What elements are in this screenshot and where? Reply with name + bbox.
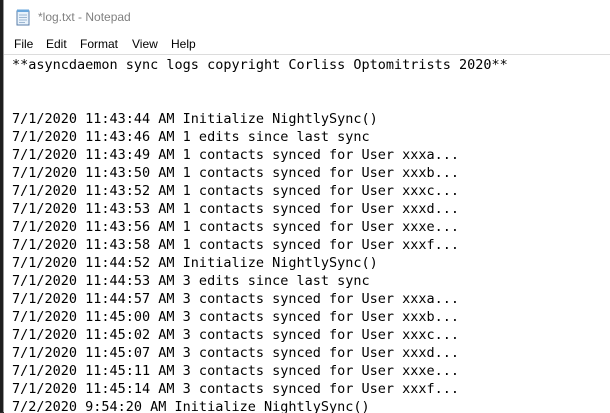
text-line: **asyncdaemon sync logs copyright Corlis…: [12, 57, 508, 73]
text-line: 7/1/2020 11:45:11 AM 3 contacts synced f…: [12, 363, 460, 379]
text-line: 7/1/2020 11:45:00 AM 3 contacts synced f…: [12, 309, 460, 325]
menu-edit[interactable]: Edit: [46, 37, 67, 51]
text-line: 7/1/2020 11:43:50 AM 1 contacts synced f…: [12, 165, 460, 181]
text-line: 7/1/2020 11:43:44 AM Initialize NightlyS…: [12, 111, 378, 127]
menu-view[interactable]: View: [132, 37, 158, 51]
text-line: 7/1/2020 11:43:56 AM 1 contacts synced f…: [12, 219, 460, 235]
menu-help[interactable]: Help: [171, 37, 196, 51]
text-line: 7/1/2020 11:44:52 AM Initialize NightlyS…: [12, 255, 378, 271]
text-line: 7/1/2020 11:45:02 AM 3 contacts synced f…: [12, 327, 460, 343]
notepad-icon: [16, 9, 30, 26]
text-line: 7/1/2020 11:45:07 AM 3 contacts synced f…: [12, 345, 460, 361]
text-line: 7/1/2020 11:43:53 AM 1 contacts synced f…: [12, 201, 460, 217]
text-line: 7/1/2020 11:43:49 AM 1 contacts synced f…: [12, 147, 460, 163]
menu-format[interactable]: Format: [80, 37, 118, 51]
notepad-window: *log.txt - Notepad File Edit Format View…: [3, 0, 610, 413]
title-bar[interactable]: *log.txt - Notepad: [4, 0, 610, 36]
text-line: 7/1/2020 11:44:57 AM 3 contacts synced f…: [12, 291, 460, 307]
text-line: 7/1/2020 11:43:46 AM 1 edits since last …: [12, 129, 370, 145]
text-line: 7/1/2020 11:44:53 AM 3 edits since last …: [12, 273, 370, 289]
text-editor[interactable]: **asyncdaemon sync logs copyright Corlis…: [4, 54, 610, 413]
text-line: 7/1/2020 11:43:58 AM 1 contacts synced f…: [12, 237, 460, 253]
menu-file[interactable]: File: [14, 37, 33, 51]
text-line: 7/2/2020 9:54:20 AM Initialize NightlySy…: [12, 399, 370, 413]
menu-bar: File Edit Format View Help: [4, 36, 610, 54]
text-line: 7/1/2020 11:45:14 AM 3 contacts synced f…: [12, 381, 460, 397]
text-line: 7/1/2020 11:43:52 AM 1 contacts synced f…: [12, 183, 460, 199]
window-title: *log.txt - Notepad: [38, 10, 131, 24]
